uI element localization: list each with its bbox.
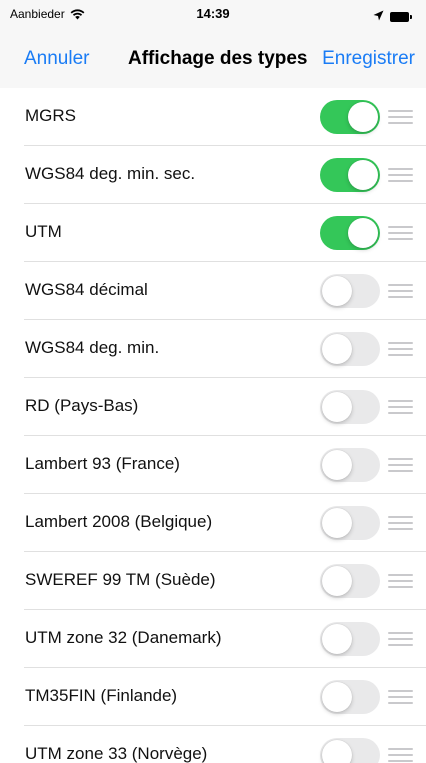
list-item: UTM zone 33 (Norvège) [0,726,426,763]
list-item-label: RD (Pays-Bas) [25,396,139,415]
visibility-toggle[interactable] [320,680,380,714]
visibility-toggle[interactable] [320,622,380,656]
toggle-knob [348,160,378,190]
reorder-handle-icon[interactable] [388,110,413,124]
list-item-label: WGS84 deg. min. [25,338,160,357]
visibility-toggle[interactable] [320,274,380,308]
location-arrow-icon [373,8,384,26]
toggle-knob [348,102,378,132]
visibility-toggle[interactable] [320,448,380,482]
list-item-label: WGS84 deg. min. sec. [25,164,196,183]
page-title: Affichage des types [128,48,308,69]
status-right-group [373,8,412,26]
list-item: WGS84 décimal [0,262,426,320]
list-item-label: MGRS [25,106,76,125]
toggle-knob [322,682,352,712]
reorder-handle-icon[interactable] [388,748,413,762]
visibility-toggle[interactable] [320,390,380,424]
toggle-knob [348,218,378,248]
reorder-handle-icon[interactable] [388,342,413,356]
battery-icon [390,12,412,22]
visibility-toggle[interactable] [320,564,380,598]
status-time: 14:39 [196,6,230,21]
reorder-handle-icon[interactable] [388,632,413,646]
toggle-knob [322,508,352,538]
reorder-handle-icon[interactable] [388,516,413,530]
reorder-handle-icon[interactable] [388,400,413,414]
visibility-toggle[interactable] [320,506,380,540]
list-item: Lambert 93 (France) [0,436,426,494]
list-item: TM35FIN (Finlande) [0,668,426,726]
reorder-handle-icon[interactable] [388,690,413,704]
cancel-button[interactable]: Annuler [24,48,90,70]
reorder-handle-icon[interactable] [388,284,413,298]
toggle-knob [322,624,352,654]
list-item: SWEREF 99 TM (Suède) [0,552,426,610]
list-item-label: TM35FIN (Finlande) [25,686,178,705]
type-list: MGRS WGS84 deg. min. sec. UTM WGS84 décimal… [0,88,426,763]
toggle-knob [322,334,352,364]
list-item: UTM zone 32 (Danemark) [0,610,426,668]
visibility-toggle[interactable] [320,158,380,192]
toggle-knob [322,450,352,480]
navigation-bar: Annuler Affichage des types Enregistrer [0,32,426,89]
toggle-knob [322,392,352,422]
list-item-label: Lambert 93 (France) [25,454,180,473]
visibility-toggle[interactable] [320,100,380,134]
list-item-label: Lambert 2008 (Belgique) [25,512,213,531]
list-item-label: WGS84 décimal [25,280,148,299]
list-item: UTM [0,204,426,262]
reorder-handle-icon[interactable] [388,168,413,182]
toggle-knob [322,566,352,596]
list-item: RD (Pays-Bas) [0,378,426,436]
save-button[interactable]: Enregistrer [322,48,415,70]
list-item-label: UTM zone 32 (Danemark) [25,628,222,647]
list-item: WGS84 deg. min. [0,320,426,378]
toggle-knob [322,276,352,306]
list-item-label: SWEREF 99 TM (Suède) [25,570,216,589]
list-item: WGS84 deg. min. sec. [0,146,426,204]
visibility-toggle[interactable] [320,332,380,366]
list-item: Lambert 2008 (Belgique) [0,494,426,552]
screen: Aanbieder 14:39 Annuler Affichage des ty… [0,0,426,763]
visibility-toggle[interactable] [320,216,380,250]
list-item: MGRS [0,88,426,146]
reorder-handle-icon[interactable] [388,574,413,588]
reorder-handle-icon[interactable] [388,458,413,472]
status-bar: Aanbieder 14:39 [0,0,426,32]
reorder-handle-icon[interactable] [388,226,413,240]
visibility-toggle[interactable] [320,738,380,763]
list-item-label: UTM [25,222,62,241]
list-item-label: UTM zone 33 (Norvège) [25,744,208,763]
toggle-knob [322,740,352,763]
